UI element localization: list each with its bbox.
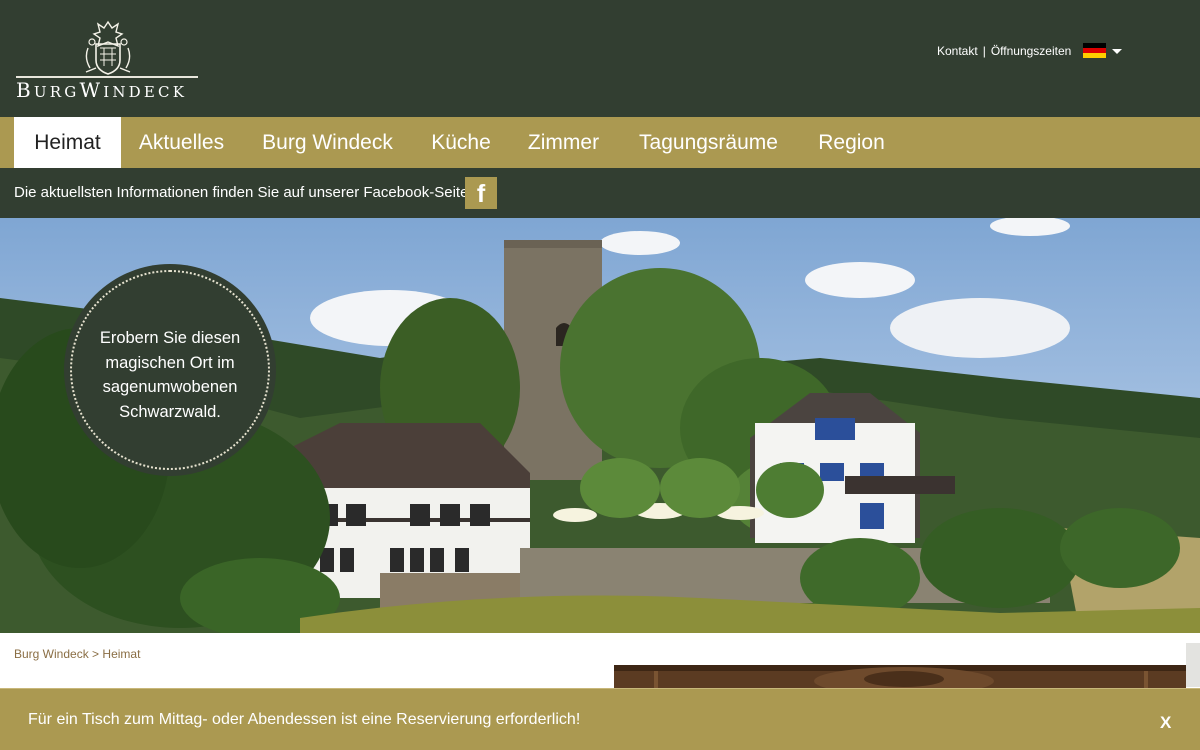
logo-cap-w: W: [79, 78, 104, 102]
nav-item-zimmer[interactable]: Zimmer: [509, 117, 618, 168]
flag-stripe-gold: [1083, 53, 1106, 58]
main-navigation: Heimat Aktuelles Burg Windeck Küche Zimm…: [0, 117, 1200, 168]
content-image: [614, 665, 1186, 690]
germany-flag-icon[interactable]: [1083, 43, 1106, 58]
close-notice-button[interactable]: X: [1160, 713, 1171, 733]
facebook-icon: f: [476, 180, 486, 208]
kontakt-link[interactable]: Kontakt: [937, 44, 978, 58]
hero-slogan-line: Erobern Sie diesen: [99, 329, 241, 347]
reservation-notice-text: Für ein Tisch zum Mittag- oder Abendesse…: [28, 711, 581, 728]
breadcrumb-home-link[interactable]: Burg Windeck: [14, 647, 89, 661]
hero-slogan-line: Schwarzwald.: [119, 402, 221, 421]
breadcrumb-current: Heimat: [102, 647, 141, 661]
nav-item-region[interactable]: Region: [799, 117, 904, 168]
reservation-notice-bar: Für ein Tisch zum Mittag- oder Abendesse…: [0, 688, 1200, 750]
nav-item-heimat[interactable]: Heimat: [14, 117, 121, 168]
site-header: BURGWINDECK Kontakt | Öffnungszeiten: [0, 0, 1200, 117]
hero-image: Erobern Sie diesen magischen Ort im sage…: [0, 218, 1200, 633]
nav-item-aktuelles[interactable]: Aktuelles: [121, 117, 242, 168]
side-scroll-tab[interactable]: [1186, 643, 1200, 687]
logo-text-windeck: INDECK: [103, 83, 188, 101]
breadcrumb-separator: >: [92, 647, 100, 661]
facebook-button[interactable]: f: [465, 177, 497, 209]
breadcrumb: Burg Windeck > Heimat: [14, 647, 140, 661]
burg-windeck-logo[interactable]: BURGWINDECK: [16, 18, 200, 102]
nav-item-kueche[interactable]: Küche: [413, 117, 509, 168]
facebook-info-text: Die aktuellsten Informationen finden Sie…: [14, 184, 469, 201]
top-links: Kontakt | Öffnungszeiten: [937, 43, 1071, 59]
logo-cap-b: B: [16, 78, 34, 102]
hero-slogan-line: sagenumwobenen: [102, 378, 238, 396]
hero-slogan-badge: Erobern Sie diesen magischen Ort im sage…: [64, 264, 276, 476]
oeffnungszeiten-link[interactable]: Öffnungszeiten: [991, 44, 1072, 58]
logo-wordmark: BURGWINDECK: [16, 78, 200, 102]
hero-slogan-text: Erobern Sie diesen magischen Ort im sage…: [84, 326, 256, 424]
coat-of-arms-icon: [85, 20, 131, 75]
logo-text-burg: URG: [33, 83, 80, 101]
nav-item-tagungsraeume[interactable]: Tagungsräume: [618, 117, 799, 168]
wood-panel-image: [614, 665, 1186, 690]
top-link-separator: |: [982, 44, 986, 58]
nav-item-burg-windeck[interactable]: Burg Windeck: [242, 117, 413, 168]
facebook-info-bar: Die aktuellsten Informationen finden Sie…: [0, 168, 1200, 218]
language-dropdown-caret-icon[interactable]: [1112, 49, 1122, 54]
hero-slogan-line: magischen Ort im: [105, 353, 235, 372]
